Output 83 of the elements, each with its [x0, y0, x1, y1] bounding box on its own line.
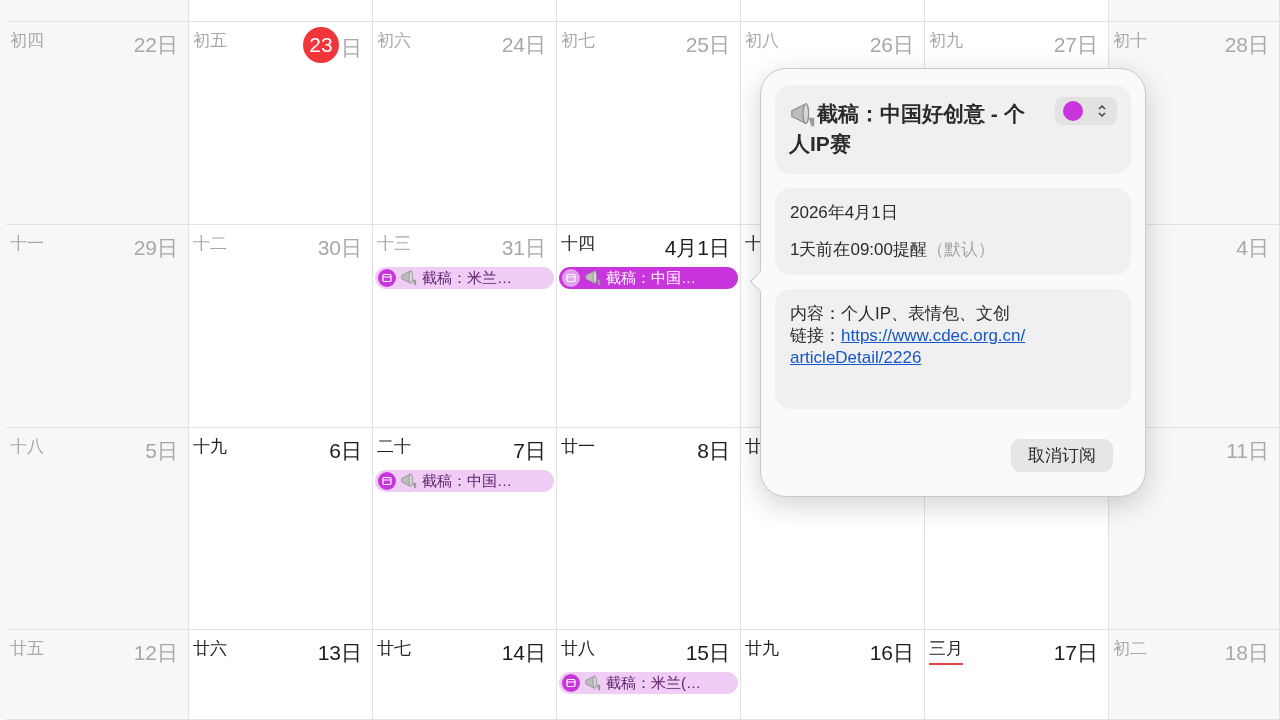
calendar-color-picker[interactable] [1055, 97, 1117, 125]
lunar-date: 十八 [10, 436, 44, 458]
day-cell[interactable]: 廿七 14日 [373, 630, 557, 720]
megaphone-icon [400, 472, 418, 490]
day-number: 7日 [513, 438, 546, 464]
calendar-icon [562, 269, 580, 287]
event-title: 截稿：中国好创意 - 个人IP赛 [789, 100, 1026, 158]
lunar-date: 初十 [1113, 30, 1147, 52]
lunar-date: 初六 [377, 30, 411, 52]
day-cell[interactable]: 二十 7日 截稿：中国… [373, 428, 557, 630]
day-cell[interactable]: 廿一 8日 [557, 428, 741, 630]
lunar-date: 初四 [10, 30, 44, 52]
day-number: 8日 [697, 438, 730, 464]
day-number: 22日 [133, 32, 178, 58]
day-cell[interactable]: 十三 31日 截稿：米兰… [373, 225, 557, 428]
lunar-date: 初七 [561, 30, 595, 52]
url-link[interactable]: articleDetail/2226 [790, 347, 922, 370]
day-number: 4月1日 [664, 235, 730, 261]
day-cell[interactable]: 廿九 16日 [741, 630, 925, 720]
day-number: 18日 [1224, 640, 1269, 666]
event-chip[interactable]: 截稿：米兰(… [559, 672, 738, 694]
day-number: 16日 [869, 640, 914, 666]
day-number: 29日 [133, 235, 178, 261]
calendar-icon [378, 472, 396, 490]
lunar-date: 初八 [745, 30, 779, 52]
day-number: 28日 [1224, 32, 1269, 58]
lunar-date: 廿六 [193, 638, 227, 660]
lunar-date: 廿七 [377, 638, 411, 660]
lunar-date: 廿 [745, 436, 762, 458]
lunar-date: 廿一 [561, 436, 595, 458]
url-link[interactable]: https://www.cdec.org.cn/ [841, 325, 1026, 348]
lunar-date: 二十 [377, 436, 411, 458]
day-cell[interactable]: 廿六 13日 [189, 630, 373, 720]
link-label: 链接： [790, 325, 841, 348]
lunar-date: 廿九 [745, 638, 779, 660]
color-dot-icon [1063, 101, 1083, 121]
day-number: 11日 [1226, 438, 1269, 464]
day-number: 26日 [869, 32, 914, 58]
day-number: 24日 [501, 32, 546, 58]
megaphone-icon [584, 269, 602, 287]
lunar-date: 十 [745, 233, 762, 255]
lunar-date: 十三 [377, 233, 411, 255]
event-date: 2026年4月1日 [790, 202, 899, 225]
lunar-date: 十九 [193, 436, 227, 458]
lunar-date: 十四 [561, 233, 595, 255]
lunar-date: 初九 [929, 30, 963, 52]
day-number: 31日 [501, 235, 546, 261]
alert-text: 1天前在09:00提醒（默认） [790, 239, 996, 262]
lunar-date: 初二 [1113, 638, 1147, 660]
day-number: 14日 [501, 640, 546, 666]
day-number: 5日 [145, 438, 178, 464]
day-suffix: 日 [341, 34, 362, 61]
lunar-date: 十一 [10, 233, 44, 255]
day-number: 6日 [329, 438, 362, 464]
lunar-date: 初五 [193, 30, 227, 52]
day-cell[interactable]: 十四 4月1日 截稿：中国… [557, 225, 741, 428]
event-chip[interactable]: 截稿：中国… [375, 470, 554, 492]
calendar-icon [378, 269, 396, 287]
chevron-updown-icon [1097, 104, 1107, 118]
unsubscribe-button[interactable]: 取消订阅 [1011, 439, 1113, 472]
day-number: 4日 [1236, 235, 1269, 261]
day-cell[interactable]: 廿八 15日 截稿：米兰(… [557, 630, 741, 720]
day-number: 27日 [1053, 32, 1098, 58]
calendar-icon [562, 674, 580, 692]
day-number: 15日 [685, 640, 730, 666]
megaphone-icon [584, 674, 602, 692]
event-chip[interactable]: 截稿：米兰… [375, 267, 554, 289]
megaphone-icon [400, 269, 418, 287]
day-number: 25日 [685, 32, 730, 58]
notes-text: 内容：个人IP、表情包、文创 [790, 303, 1012, 326]
today-date: 23 [303, 27, 339, 63]
day-number: 17日 [1053, 640, 1098, 666]
event-chip[interactable]: 截稿：中国… [559, 267, 738, 289]
day-cell[interactable]: 初五 23 日 [189, 22, 373, 225]
lunar-date: 三月 [929, 638, 963, 665]
day-number: 12日 [133, 640, 178, 666]
day-cell[interactable]: 三月 17日 [925, 630, 1109, 720]
lunar-date: 廿八 [561, 638, 595, 660]
lunar-date: 廿五 [10, 638, 44, 660]
day-number: 13日 [317, 640, 362, 666]
day-cell[interactable]: 十九 6日 [189, 428, 373, 630]
lunar-date: 十二 [193, 233, 227, 255]
day-number: 30日 [317, 235, 362, 261]
